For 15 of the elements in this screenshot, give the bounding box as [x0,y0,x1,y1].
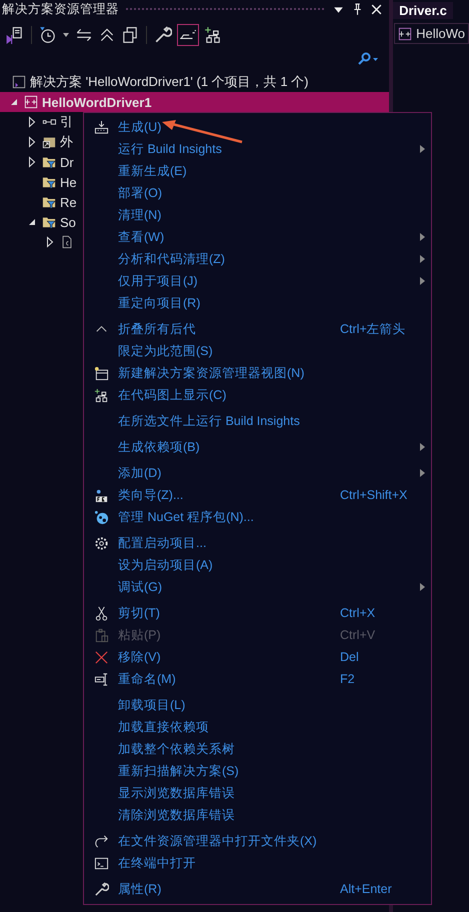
shortcut-label: Ctrl+V [340,628,376,642]
tree-item-label: He [60,174,77,190]
shortcut-label: Del [340,650,360,664]
tree-item-label: Re [60,194,77,210]
shortcut-label: Ctrl+X [340,606,376,620]
tree-item-label: 引 [60,113,73,131]
tree-item-label: So [60,214,76,230]
shortcut-label: Ctrl+左箭头 [340,320,407,338]
tree-item-label: 外 [60,133,73,151]
shortcut-label: F2 [340,672,356,686]
tree-item-label: HelloWordDriver1 [42,94,152,110]
tree-item-label: Dr [60,154,74,170]
shortcut-label: Alt+Enter [340,882,393,896]
shortcut-label: Ctrl+Shift+X [340,488,408,502]
panel-title: 解决方案资源管理器 [2,0,119,18]
